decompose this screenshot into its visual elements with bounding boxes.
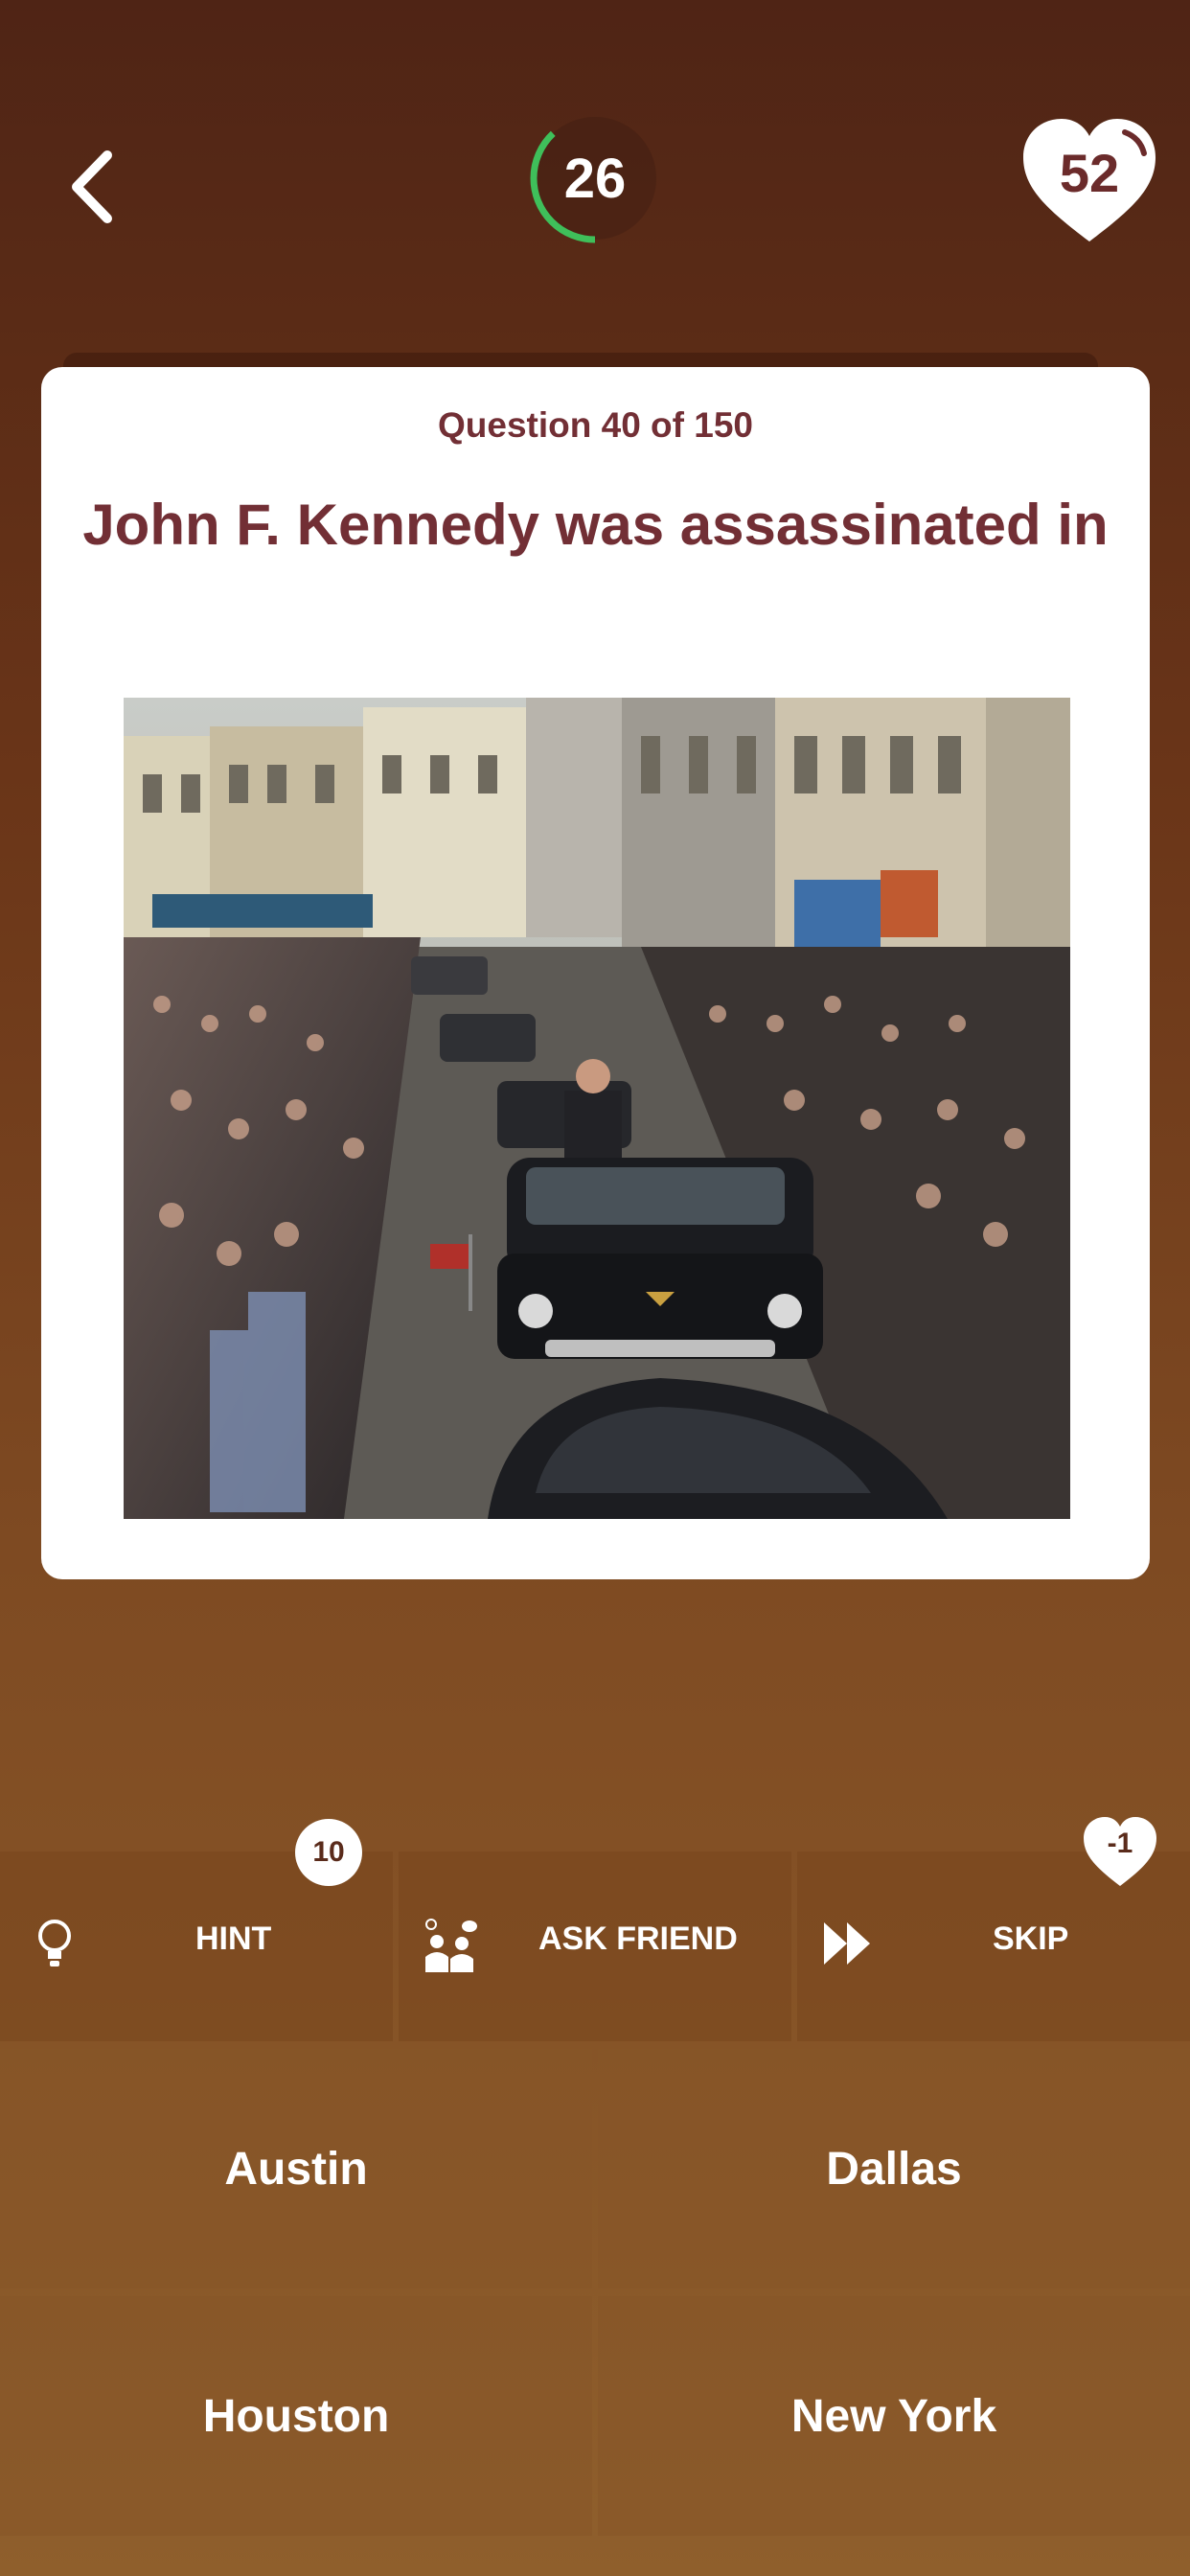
countdown-timer: 26 xyxy=(525,108,665,248)
hint-count-badge: 10 xyxy=(295,1819,362,1886)
question-counter: Question 40 of 150 xyxy=(438,405,753,445)
hint-label: HINT xyxy=(195,1920,272,1957)
skip-label: SKIP xyxy=(993,1920,1069,1957)
timer-value: 26 xyxy=(563,147,627,210)
skip-cost-label: -1 xyxy=(1107,1828,1133,1859)
motorcade-photo xyxy=(124,698,1070,1519)
answer-option-4[interactable]: New York xyxy=(598,2296,1190,2536)
question-card: Question 40 of 150 John F. Kennedy was a… xyxy=(41,367,1150,1579)
answers-grid: Austin Dallas Houston New York xyxy=(0,2049,1190,2538)
ask-friend-button[interactable]: ASK FRIEND xyxy=(399,1852,791,2041)
lives-counter[interactable]: 52 xyxy=(1018,115,1161,249)
fast-forward-icon xyxy=(822,1919,874,1977)
chevron-left-icon xyxy=(72,150,112,223)
lifelines-bar: HINT ASK FRIEND SKIP 10 -1 xyxy=(0,1817,1190,2043)
answer-option-1[interactable]: Austin xyxy=(0,2049,592,2288)
ask-friend-label: ASK FRIEND xyxy=(538,1920,738,1957)
answer-option-3[interactable]: Houston xyxy=(0,2296,592,2536)
back-button[interactable] xyxy=(56,144,132,230)
question-text: John F. Kennedy was assassinated in xyxy=(82,493,1109,557)
skip-cost-badge: -1 xyxy=(1081,1815,1159,1890)
question-image xyxy=(124,698,1070,1519)
lightbulb-icon xyxy=(36,1919,73,1979)
lives-value: 52 xyxy=(1059,142,1120,203)
answer-option-2[interactable]: Dallas xyxy=(598,2049,1190,2288)
people-chat-icon xyxy=(422,1919,479,1983)
